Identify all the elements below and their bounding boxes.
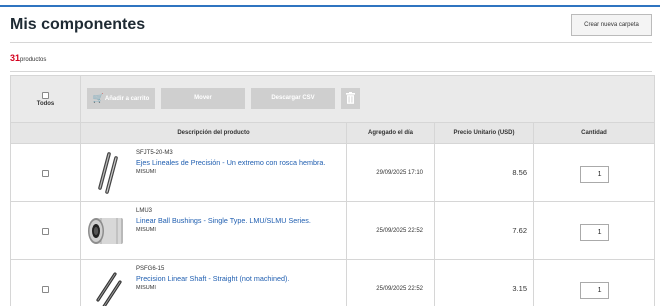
added-date: 25/09/2025 22:52: [346, 201, 435, 260]
product-image: [88, 218, 123, 244]
add-to-cart-button[interactable]: 🛒Añadir a carrito: [87, 88, 155, 109]
unit-price: 7.62: [434, 201, 534, 260]
product-count-number: 31: [10, 53, 21, 63]
product-cell: PSFG6-15 Precision Linear Shaft - Straig…: [80, 259, 347, 306]
header-quantity: Cantidad: [533, 122, 655, 144]
product-brand: MISUMI: [136, 285, 156, 291]
header-unit-price: Precio Unitario (USD): [434, 122, 534, 144]
product-code: LMU3: [136, 208, 153, 214]
added-date: 29/09/2025 17:10: [346, 143, 435, 202]
product-brand: MISUMI: [136, 227, 156, 233]
product-code: SFJT5-20-M3: [136, 150, 173, 156]
divider: [10, 71, 652, 72]
toolbar-row: Todos 🛒Añadir a carrito Mover Descargar …: [10, 75, 655, 123]
row-checkbox[interactable]: [42, 285, 49, 293]
download-csv-button[interactable]: Descargar CSV: [251, 88, 335, 109]
product-brand: MISUMI: [136, 169, 156, 175]
toolbar-actions: 🛒Añadir a carrito Mover Descargar CSV: [80, 75, 655, 123]
quantity-cell: 1: [533, 259, 655, 306]
select-all-checkbox[interactable]: [42, 91, 49, 99]
quantity-input[interactable]: 1: [579, 281, 609, 299]
cart-icon: 🛒: [92, 93, 104, 103]
components-table: Todos 🛒Añadir a carrito Mover Descargar …: [10, 75, 655, 306]
table-row: PSFG6-15 Precision Linear Shaft - Straig…: [10, 259, 655, 306]
product-count-label: productos: [20, 57, 47, 63]
unit-price: 3.15: [434, 259, 534, 306]
quantity-cell: 1: [533, 201, 655, 260]
row-select-cell: [10, 259, 81, 306]
row-select-cell: [10, 143, 81, 202]
product-code: PSFG6-15: [136, 266, 165, 272]
product-name-link[interactable]: Ejes Lineales de Precisión - Un extremo …: [136, 158, 325, 167]
added-date: 25/09/2025 22:52: [346, 259, 435, 306]
header-added: Agregado el día: [346, 122, 435, 144]
unit-price: 8.56: [434, 143, 534, 202]
page-title: Mis componentes: [10, 16, 146, 33]
divider: [10, 42, 652, 43]
product-name-link[interactable]: Linear Ball Bushings - Single Type. LMU/…: [136, 216, 311, 225]
select-all-cell: Todos: [10, 75, 81, 123]
header-accent-line: [0, 5, 660, 7]
product-cell: LMU3 Linear Ball Bushings - Single Type.…: [80, 201, 347, 260]
quantity-input[interactable]: 1: [579, 223, 609, 241]
quantity-input[interactable]: 1: [579, 165, 609, 183]
delete-button[interactable]: [341, 88, 360, 109]
table-row: LMU3 Linear Ball Bushings - Single Type.…: [10, 201, 655, 260]
quantity-cell: 1: [533, 143, 655, 202]
product-image: [96, 272, 122, 306]
table-row: SFJT5-20-M3 Ejes Lineales de Precisión -…: [10, 143, 655, 202]
header-empty: [10, 122, 81, 144]
table-header-row: Descripción del producto Agregado el día…: [10, 122, 655, 144]
row-checkbox[interactable]: [42, 169, 49, 177]
trash-icon: [346, 92, 355, 104]
product-name-link[interactable]: Precision Linear Shaft - Straight (not m…: [136, 274, 289, 283]
row-select-cell: [10, 201, 81, 260]
row-checkbox[interactable]: [42, 227, 49, 235]
product-count: 31productos: [10, 53, 46, 63]
add-to-cart-label: Añadir a carrito: [104, 96, 150, 103]
product-image: [98, 152, 118, 194]
create-folder-button[interactable]: Crear nueva carpeta: [571, 14, 652, 36]
select-all-label: Todos: [36, 100, 55, 107]
header-description: Descripción del producto: [80, 122, 347, 144]
move-button[interactable]: Mover: [161, 88, 245, 109]
product-cell: SFJT5-20-M3 Ejes Lineales de Precisión -…: [80, 143, 347, 202]
